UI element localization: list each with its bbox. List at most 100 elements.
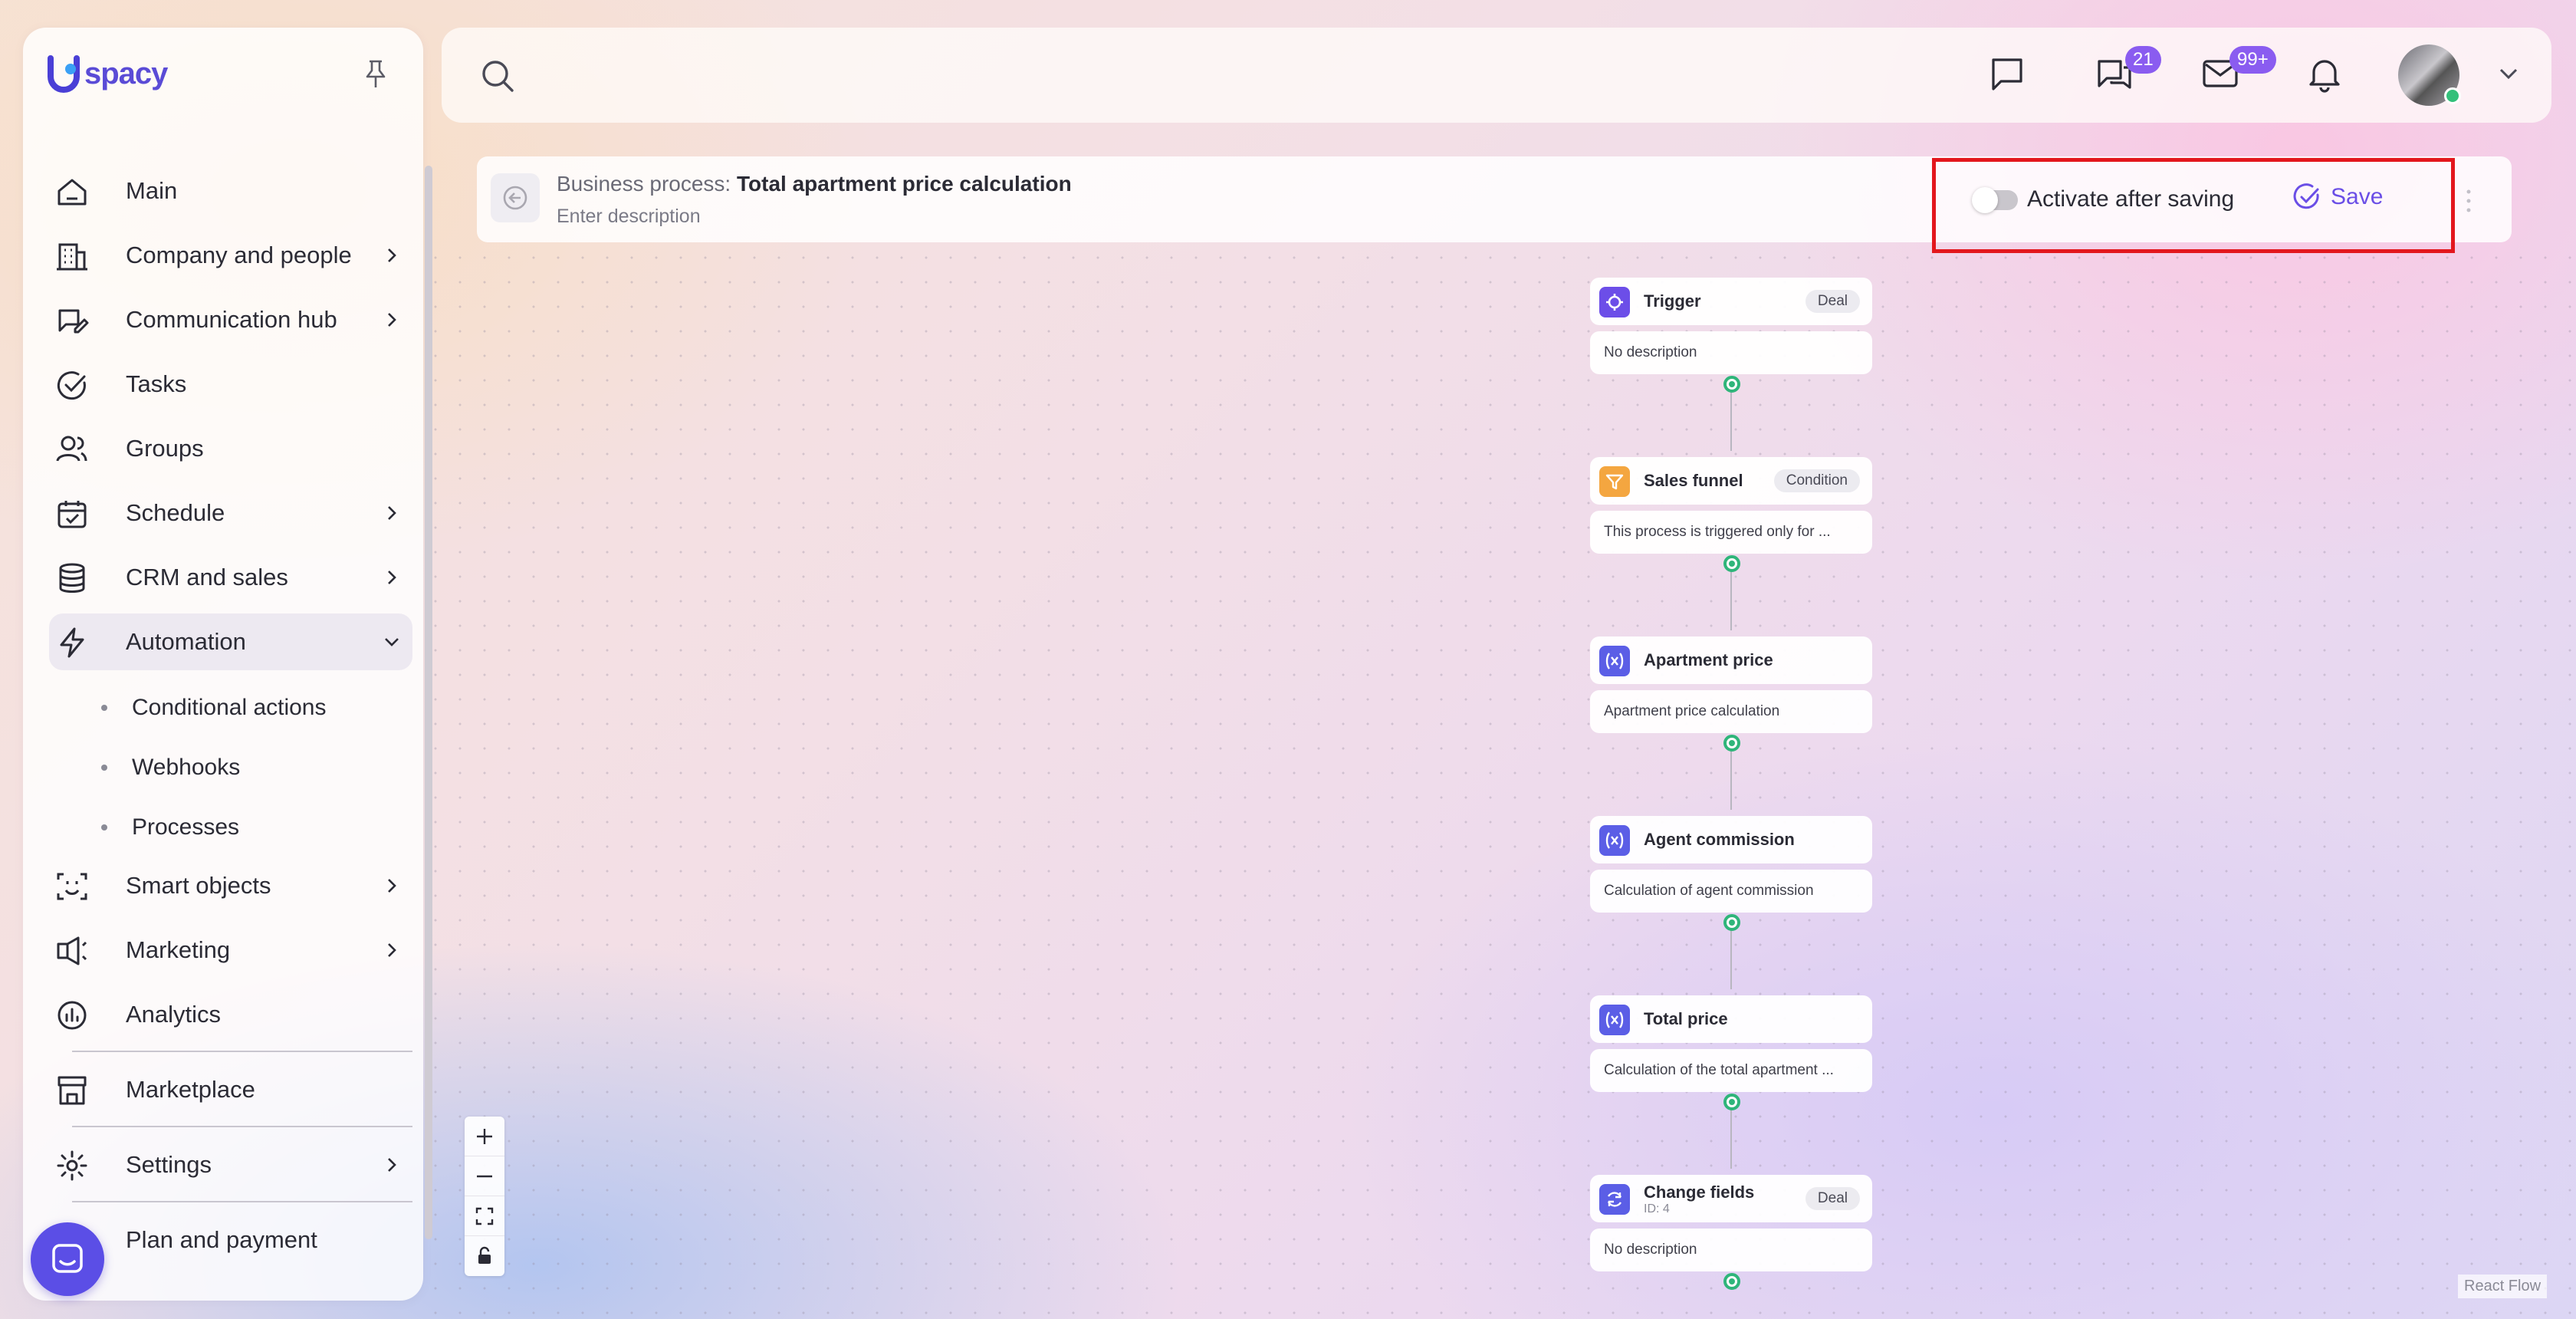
divider <box>72 1126 412 1127</box>
fit-view-button[interactable] <box>465 1196 504 1236</box>
sidebar-item-communication-hub[interactable]: Communication hub <box>49 291 412 348</box>
logo[interactable]: spacy <box>48 54 168 94</box>
sidebar-item-automation[interactable]: Automation <box>49 613 412 670</box>
logo-mark-icon <box>48 55 80 93</box>
node-header: Total price <box>1590 995 1872 1043</box>
sidebar-item-label: Company and people <box>126 242 352 268</box>
sidebar-item-label: Settings <box>126 1151 212 1178</box>
chevron-right-icon <box>388 879 396 893</box>
node-description: Apartment price calculation <box>1590 690 1872 733</box>
search-icon[interactable] <box>478 57 517 95</box>
sidebar-subitem-processes[interactable]: Processes <box>49 798 412 857</box>
chevron-down-icon <box>385 638 399 646</box>
node-title: Total price <box>1644 1009 1728 1028</box>
lock-button[interactable] <box>465 1236 504 1276</box>
node-output-handle[interactable] <box>1723 914 1740 931</box>
chat-edit-icon <box>58 309 89 334</box>
node-title: Apartment price <box>1644 650 1773 669</box>
node-title: Trigger <box>1644 291 1701 311</box>
sidebar-item-label: Automation <box>126 628 246 655</box>
chat-bubble-icon <box>52 1244 83 1273</box>
database-icon <box>59 563 85 593</box>
scan-face-icon <box>57 873 87 900</box>
divider <box>72 1201 412 1202</box>
flow-node-sales-funnel[interactable]: Sales funnel Condition This process is t… <box>1590 457 1872 572</box>
sidebar-item-crm-and-sales[interactable]: CRM and sales <box>49 549 412 606</box>
variable-icon <box>1599 1005 1630 1035</box>
sidebar-item-smart-objects[interactable]: Smart objects <box>49 857 412 914</box>
refresh-icon <box>1599 1184 1630 1215</box>
node-title: Sales funnel <box>1644 471 1743 490</box>
mail-badge: 99+ <box>2229 46 2276 74</box>
sidebar-item-tasks[interactable]: Tasks <box>49 356 412 413</box>
bell-icon[interactable] <box>2305 54 2344 94</box>
flow-node-change-fields[interactable]: Change fields ID: 4 Deal No description <box>1590 1175 1872 1290</box>
sidebar-item-marketing[interactable]: Marketing <box>49 922 412 979</box>
sidebar-item-main[interactable]: Main <box>49 163 412 219</box>
flow-node-apartment-price[interactable]: Apartment price Apartment price calculat… <box>1590 636 1872 752</box>
flow-node-agent-commission[interactable]: Agent commission Calculation of agent co… <box>1590 816 1872 931</box>
sidebar-item-groups[interactable]: Groups <box>49 420 412 477</box>
highlight-annotation <box>1932 158 2455 253</box>
sidebar-item-label: Marketplace <box>126 1076 255 1103</box>
divider <box>72 1051 412 1052</box>
sidebar-item-label: Schedule <box>126 499 225 526</box>
sidebar-subitem-webhooks[interactable]: Webhooks <box>49 738 412 798</box>
sidebar-item-label: CRM and sales <box>126 564 288 590</box>
avatar[interactable] <box>2398 44 2461 106</box>
flow-node-total-price[interactable]: Total price Calculation of the total apa… <box>1590 995 1872 1110</box>
lock-icon <box>478 1246 491 1264</box>
sidebar-item-label: Analytics <box>126 1001 222 1028</box>
more-vertical-icon[interactable] <box>2464 187 2473 215</box>
chevron-right-icon <box>388 571 396 584</box>
flow-canvas[interactable]: Trigger Deal No description Sales funnel… <box>423 245 2576 1319</box>
node-description: No description <box>1590 1229 1872 1271</box>
logo-text: spacy <box>84 56 168 90</box>
message-icon[interactable] <box>1987 54 2027 94</box>
topbar: 21 99+ <box>442 28 2551 123</box>
chevron-right-icon <box>388 248 396 262</box>
support-chat-button[interactable] <box>31 1222 104 1296</box>
zoom-in-button[interactable] <box>465 1117 504 1156</box>
chevron-right-icon <box>388 313 396 327</box>
node-output-handle[interactable] <box>1723 735 1740 752</box>
node-output-handle[interactable] <box>1723 1273 1740 1290</box>
node-output-handle[interactable] <box>1723 376 1740 393</box>
node-output-handle[interactable] <box>1723 1094 1740 1110</box>
sidebar-item-settings[interactable]: Settings <box>49 1136 412 1193</box>
sidebar-subitem-conditional-actions[interactable]: Conditional actions <box>49 678 412 738</box>
sidebar-item-schedule[interactable]: Schedule <box>49 485 412 541</box>
back-button[interactable] <box>491 173 540 222</box>
node-tag: Deal <box>1805 1187 1860 1210</box>
home-icon <box>58 179 87 206</box>
node-description: Calculation of the total apartment ... <box>1590 1049 1872 1092</box>
variable-icon <box>1599 646 1630 676</box>
node-description: No description <box>1590 331 1872 374</box>
node-header: Apartment price <box>1590 636 1872 684</box>
node-description: This process is triggered only for ... <box>1590 511 1872 554</box>
flow-node-trigger[interactable]: Trigger Deal No description <box>1590 278 1872 393</box>
chevron-down-icon[interactable] <box>2496 61 2521 86</box>
chevron-right-icon <box>388 1158 396 1172</box>
chats-badge: 21 <box>2125 46 2161 74</box>
node-subtitle: ID: 4 <box>1644 1202 1670 1215</box>
sidebar-item-company-and-people[interactable]: Company and people <box>49 227 412 284</box>
node-description: Calculation of agent commission <box>1590 870 1872 913</box>
lightning-icon <box>60 627 84 658</box>
users-icon <box>56 436 87 462</box>
node-header: Sales funnel Condition <box>1590 457 1872 505</box>
sidebar-item-label: Marketing <box>126 936 231 963</box>
node-output-handle[interactable] <box>1723 555 1740 572</box>
chevron-right-icon <box>388 506 396 520</box>
process-title-name[interactable]: Total apartment price calculation <box>737 172 1072 196</box>
react-flow-attribution[interactable]: React Flow <box>2458 1275 2548 1298</box>
megaphone-icon <box>57 936 87 965</box>
description-field[interactable]: Enter description <box>557 206 701 228</box>
pin-icon[interactable] <box>362 58 389 89</box>
sidebar-item-analytics[interactable]: Analytics <box>49 986 412 1043</box>
node-title: Change fields <box>1644 1182 1755 1202</box>
sidebar-item-label: Groups <box>126 435 204 462</box>
zoom-out-button[interactable] <box>465 1156 504 1196</box>
minus-icon <box>477 1175 492 1177</box>
sidebar-item-marketplace[interactable]: Marketplace <box>49 1061 412 1118</box>
